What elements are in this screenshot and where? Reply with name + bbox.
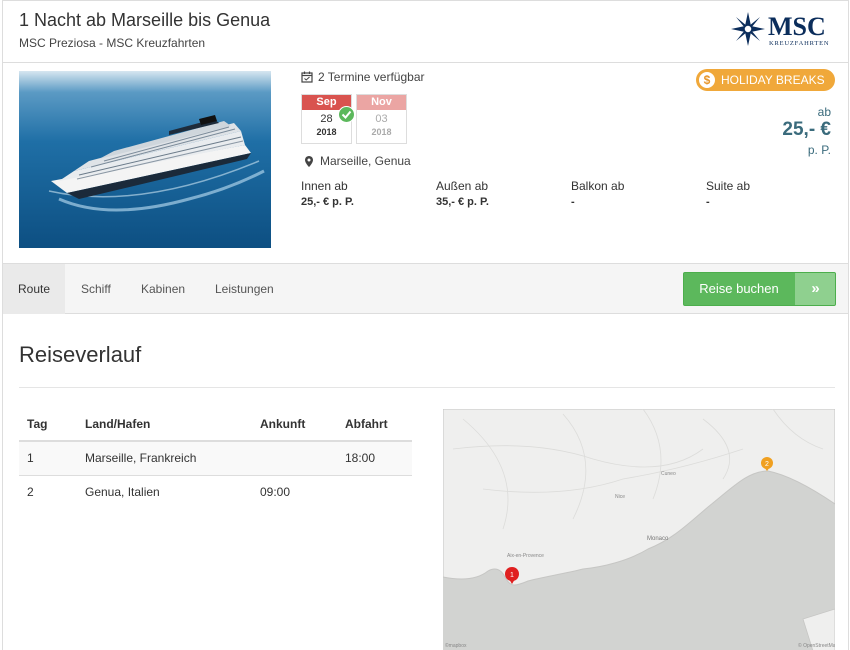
route-map[interactable]: Monaco Cuneo Nice Aix-en-Provence ©mapbo… [443,409,835,650]
cell-departure [337,475,412,509]
tab-services[interactable]: Leistungen [200,264,289,314]
date-year: 2018 [316,127,337,137]
price-value: 25,- € [782,119,831,140]
itinerary-table: Tag Land/Hafen Ankunft Abfahrt 1 Marseil… [19,408,412,509]
svg-text:2: 2 [765,461,769,468]
price-prefix: ab [817,105,831,119]
ports-label: Marseille, Genua [320,154,411,168]
holiday-breaks-badge: $ HOLIDAY BREAKS [696,69,835,91]
cabin-suite: Suite ab - [706,179,841,208]
cabin-prices: Innen ab 25,- € p. P. Außen ab 35,- € p.… [301,179,841,208]
divider [19,387,835,388]
cruise-title[interactable]: 1 Nacht ab Marseille bis Genua [19,10,270,31]
cell-departure: 18:00 [337,441,412,476]
ship-subtitle: MSC Preziosa - MSC Kreuzfahrten [19,36,206,50]
checkmark-icon [338,106,355,123]
book-trip-label: Reise buchen [699,281,779,296]
map-label-cuneo: Cuneo [661,471,676,477]
cell-day: 1 [19,441,77,476]
map-label-nice: Nice [615,494,625,500]
logo-wordmark: MSC [768,12,826,41]
cabin-label: Innen ab [301,179,348,193]
msc-logo: MSC KREUZFAHRTEN [730,11,835,51]
cabin-price: 25,- € p. P. [301,196,354,208]
date-option[interactable]: Nov 03 2018 [356,94,407,144]
ports-line: Marseille, Genua [305,154,411,168]
cabin-label: Suite ab [706,179,751,193]
compass-rose-icon [731,12,765,46]
cabin-inside: Innen ab 25,- € p. P. [301,179,436,208]
cabin-price: 35,- € p. P. [436,196,489,208]
dates-available-label: 2 Termine verfügbar [318,70,425,84]
map-label-monaco: Monaco [647,536,669,542]
date-year: 2018 [371,127,392,137]
cabin-label: Balkon ab [571,179,625,193]
ship-image[interactable] [19,71,271,248]
date-day: 03 [375,113,388,125]
cell-arrival: 09:00 [260,485,291,500]
book-trip-button[interactable]: Reise buchen » [683,272,836,306]
cell-port: Marseille, Frankreich [77,441,252,476]
table-row: 1 Marseille, Frankreich 18:00 [19,441,412,476]
cabin-price: - [571,196,575,208]
cell-port: Genua, Italien [85,485,160,500]
tab-cabins[interactable]: Kabinen [126,264,200,314]
cell-arrival [252,441,337,476]
cabin-price: - [706,196,710,208]
column-header: Land/Hafen [77,408,252,442]
tab-route[interactable]: Route [3,264,66,314]
map-marker-icon [305,155,313,167]
map-attribution-left: ©mapbox [445,642,467,649]
cabin-outside: Außen ab 35,- € p. P. [436,179,571,208]
price-suffix: p. P. [807,143,831,157]
calendar-check-icon [301,71,313,83]
cabin-balcony: Balkon ab - [571,179,706,208]
tab-bar: Route Schiff Kabinen Leistungen Reise bu… [3,263,848,314]
card-header: 1 Nacht ab Marseille bis Genua MSC Prezi… [3,1,848,63]
tab-ship[interactable]: Schiff [66,264,126,314]
column-header: Tag [19,408,77,442]
table-header-row: Tag Land/Hafen Ankunft Abfahrt [19,408,412,442]
dollar-coin-icon: $ [697,70,717,90]
logo-subtitle: KREUZFAHRTEN [769,40,830,47]
dates-available: 2 Termine verfügbar [301,70,425,84]
date-month: Nov [357,95,406,110]
cell-day: 2 [27,485,34,500]
svg-text:1: 1 [510,572,514,579]
double-chevron-right-icon: » [795,273,835,305]
table-row: 2 Genua, Italien 09:00 [19,475,412,509]
cabin-label: Außen ab [436,179,489,193]
column-header: Abfahrt [337,408,412,442]
map-attribution-right[interactable]: © OpenStreetMap [798,642,835,649]
badge-label: HOLIDAY BREAKS [721,73,825,87]
cruise-card: 1 Nacht ab Marseille bis Genua MSC Prezi… [2,0,849,650]
column-header: Ankunft [252,408,337,442]
map-label-aix: Aix-en-Provence [507,553,544,559]
itinerary-title: Reiseverlauf [19,342,142,367]
